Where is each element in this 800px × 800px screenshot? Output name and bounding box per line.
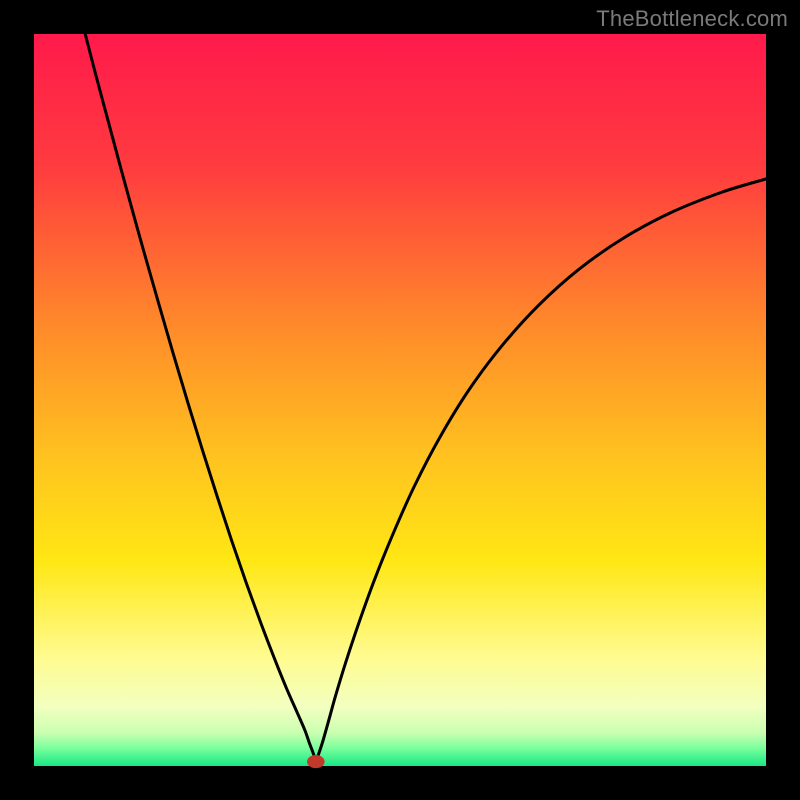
marker-dot xyxy=(307,755,325,768)
chart-container: TheBottleneck.com xyxy=(0,0,800,800)
chart-svg xyxy=(0,0,800,800)
watermark-label: TheBottleneck.com xyxy=(596,6,788,32)
plot-background xyxy=(34,34,766,766)
